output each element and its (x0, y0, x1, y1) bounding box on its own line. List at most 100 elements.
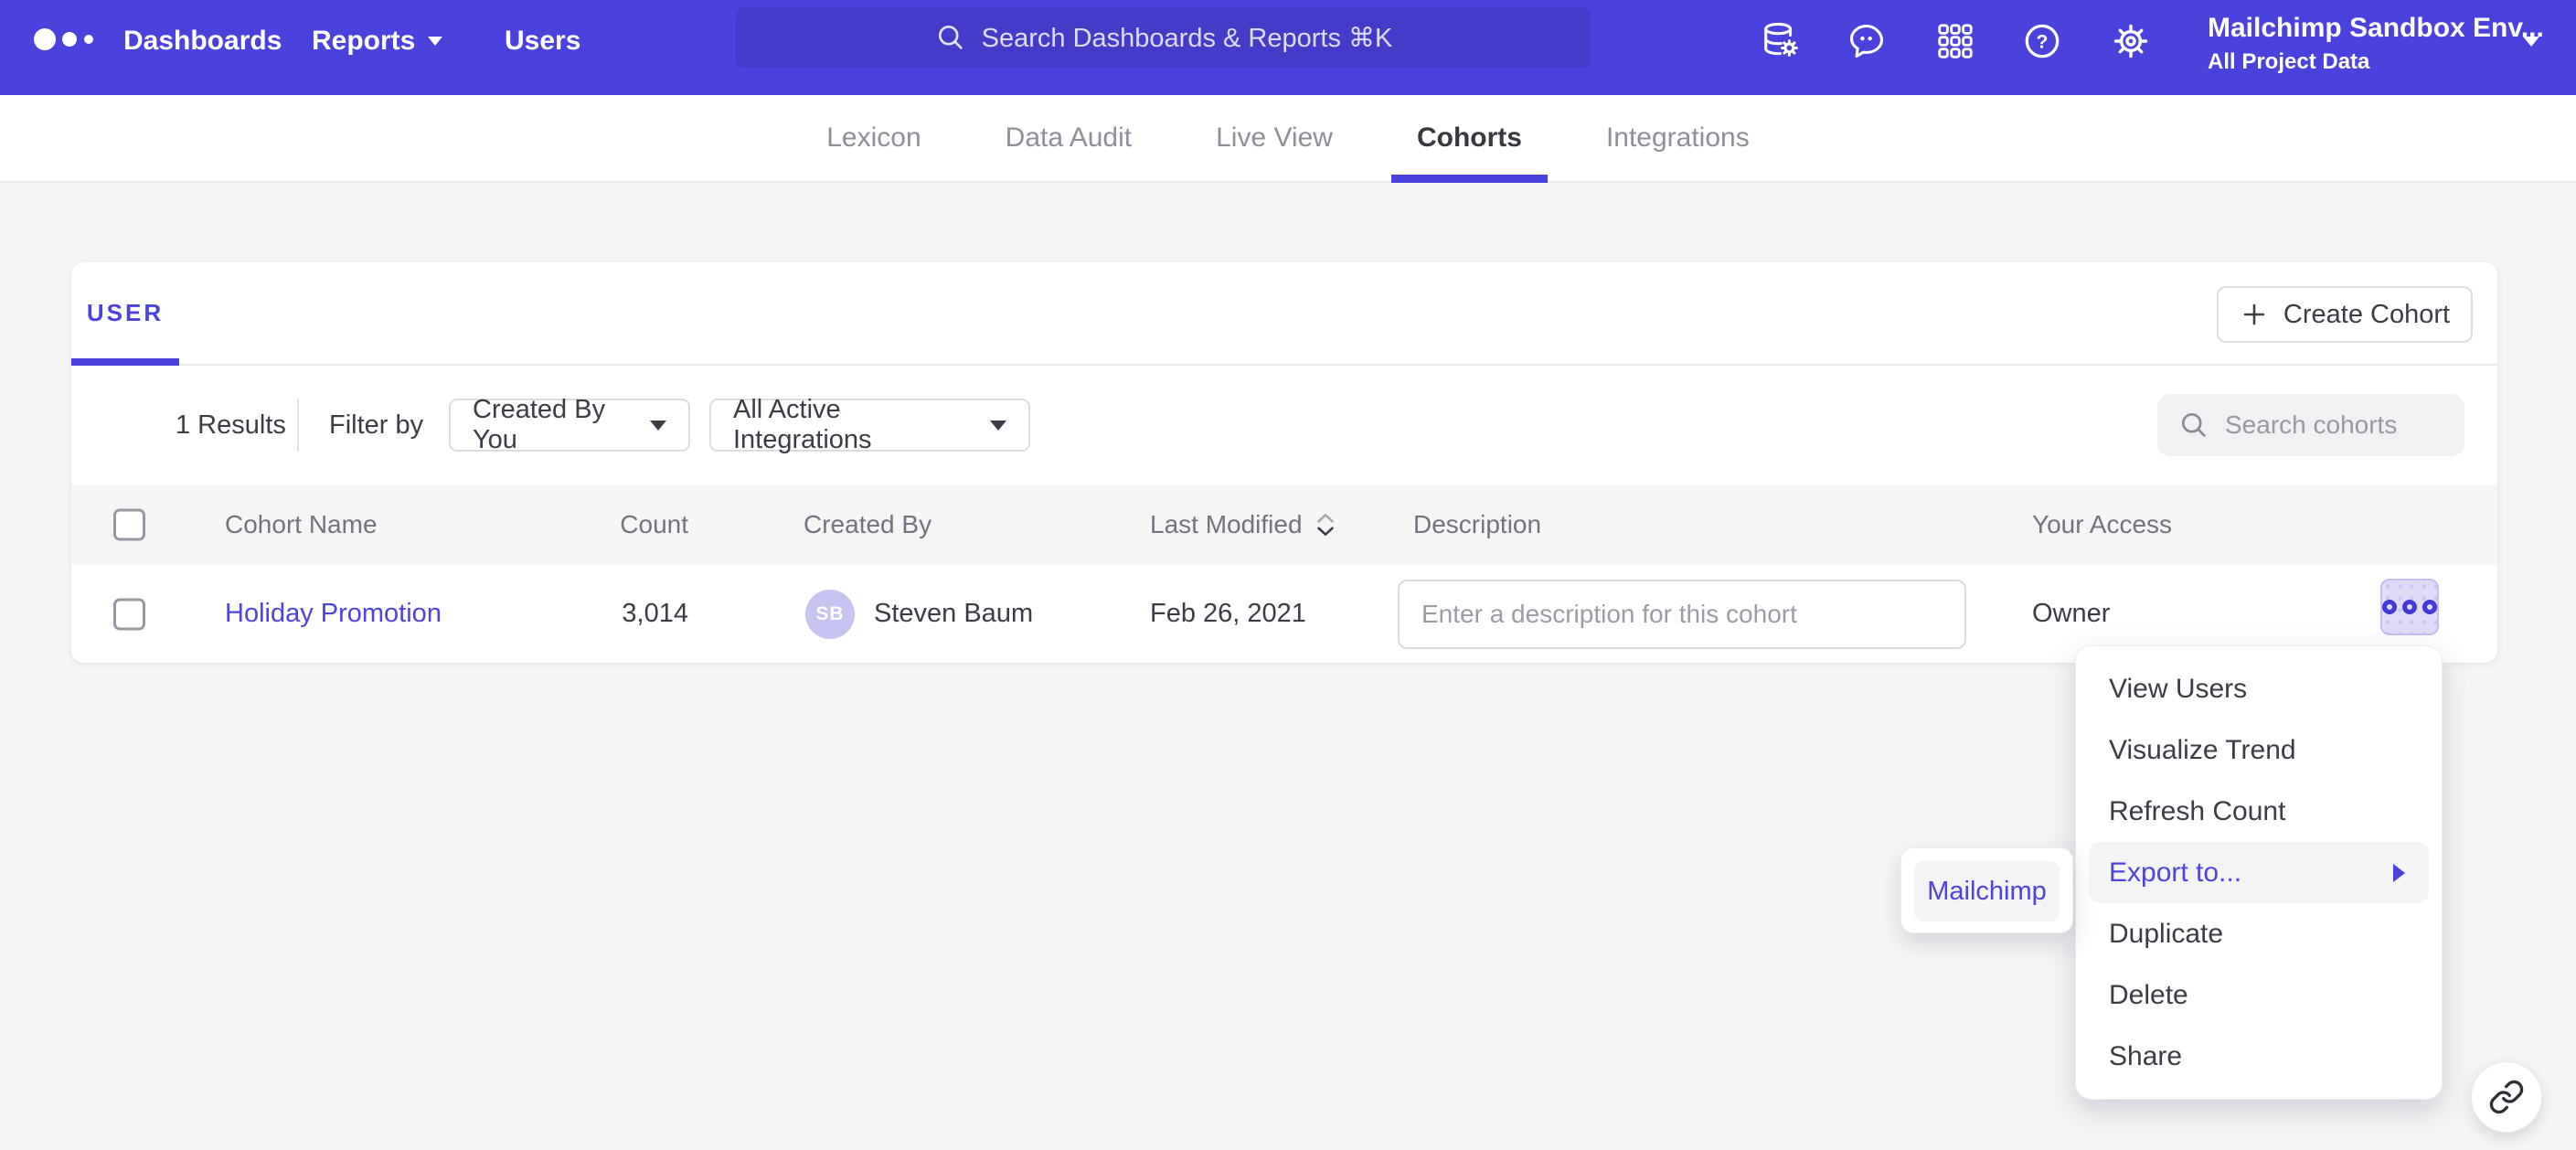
table-header-row: Cohort Name Count Created By Last Modifi… (71, 484, 2497, 565)
results-count: 1 Results (176, 366, 286, 484)
creator-name: Steven Baum (874, 565, 1033, 663)
menu-item-label: Delete (2109, 980, 2188, 1011)
submenu-item-mailchimp[interactable]: Mailchimp (1914, 861, 2060, 921)
svg-text:?: ? (2037, 31, 2049, 52)
menu-item-label: Duplicate (2109, 919, 2223, 950)
more-dots-icon (2382, 600, 2397, 614)
mixpanel-logo-icon[interactable] (33, 26, 106, 53)
cohort-name-cell: Holiday Promotion (225, 565, 442, 663)
menu-item-label: Visualize Trend (2109, 735, 2296, 766)
tab-label: Lexicon (826, 122, 921, 154)
menu-item-refresh-count[interactable]: Refresh Count (2076, 781, 2442, 842)
column-header-created-by[interactable]: Created By (804, 484, 931, 565)
tab-label: Live View (1216, 122, 1333, 154)
dropdown-value: All Active Integrations (733, 395, 974, 455)
project-scope: All Project Data (2208, 49, 2500, 75)
cohort-type-tabs: USER Create Cohort (71, 262, 2497, 366)
cohort-count-cell: 3,014 (510, 565, 688, 663)
create-cohort-label: Create Cohort (2283, 300, 2450, 330)
divider (297, 399, 299, 452)
cohort-description-input[interactable] (1398, 580, 1966, 649)
column-header-your-access: Your Access (2032, 484, 2172, 565)
nav-item-users[interactable]: Users (505, 0, 580, 82)
integrations-filter-dropdown[interactable]: All Active Integrations (709, 399, 1030, 452)
column-label: Count (620, 510, 688, 539)
cohorts-page: Dashboards Reports Users Search Dashboar… (0, 0, 2576, 1150)
row-checkbox[interactable] (113, 598, 145, 630)
column-header-last-modified[interactable]: Last Modified (1150, 484, 1337, 565)
nav-item-label: Dashboards (123, 26, 282, 57)
menu-item-label: View Users (2109, 674, 2247, 705)
tab-label: Cohorts (1417, 122, 1522, 154)
last-modified-cell: Feb 26, 2021 (1150, 565, 1306, 663)
tab-lexicon[interactable]: Lexicon (801, 95, 946, 181)
cohort-search-box (2157, 394, 2464, 456)
column-header-description: Description (1413, 484, 1541, 565)
more-dots-icon (2422, 600, 2437, 614)
tab-cohorts[interactable]: Cohorts (1391, 95, 1548, 181)
apps-grid-icon[interactable] (1932, 18, 1978, 64)
project-switcher[interactable]: Mailchimp Sandbox Env... All Project Dat… (2208, 13, 2500, 75)
column-label: Created By (804, 510, 931, 539)
cohort-name-link[interactable]: Holiday Promotion (225, 599, 442, 629)
submenu-item-label: Mailchimp (1927, 877, 2047, 907)
global-search-input[interactable]: Search Dashboards & Reports ⌘K (736, 7, 1591, 68)
column-label: Your Access (2032, 510, 2172, 539)
help-icon[interactable]: ? (2019, 18, 2065, 64)
tab-user-cohorts[interactable]: USER (71, 262, 179, 364)
tab-label: USER (87, 299, 164, 327)
tab-integrations[interactable]: Integrations (1581, 95, 1775, 181)
menu-item-view-users[interactable]: View Users (2076, 658, 2442, 719)
menu-item-label: Refresh Count (2109, 796, 2285, 827)
menu-item-export-to[interactable]: Export to... (2089, 842, 2429, 903)
chevron-down-icon (650, 421, 666, 431)
global-search-placeholder: Search Dashboards & Reports ⌘K (982, 22, 1393, 54)
column-label: Last Modified (1150, 510, 1303, 539)
feedback-icon[interactable] (1844, 18, 1889, 64)
data-management-icon[interactable] (1758, 18, 1804, 64)
settings-gear-icon[interactable] (2108, 18, 2154, 64)
nav-item-reports[interactable]: Reports (312, 0, 442, 82)
tab-data-audit[interactable]: Data Audit (980, 95, 1157, 181)
row-more-actions-button[interactable] (2380, 579, 2439, 635)
search-icon (2177, 409, 2210, 442)
create-cohort-button[interactable]: Create Cohort (2217, 286, 2473, 343)
menu-item-visualize-trend[interactable]: Visualize Trend (2076, 719, 2442, 781)
filter-toolbar: 1 Results Filter by Created By You All A… (71, 366, 2497, 484)
row-actions-context-menu: View Users Visualize Trend Refresh Count… (2075, 645, 2443, 1100)
dropdown-value: Created By You (473, 395, 633, 455)
subnav-tabs: Lexicon Data Audit Live View Cohorts Int… (801, 95, 1774, 181)
column-header-cohort-name[interactable]: Cohort Name (225, 484, 378, 565)
submenu-arrow-icon (2393, 864, 2405, 882)
creator-avatar: SB (805, 590, 855, 639)
nav-item-dashboards[interactable]: Dashboards (123, 0, 282, 82)
select-all-checkbox[interactable] (113, 509, 145, 541)
menu-item-delete[interactable]: Delete (2076, 964, 2442, 1026)
project-name: Mailchimp Sandbox Env... (2208, 13, 2500, 44)
menu-item-label: Share (2109, 1041, 2182, 1072)
tab-live-view[interactable]: Live View (1190, 95, 1358, 181)
filter-by-label: Filter by (329, 366, 423, 484)
more-dots-icon (2402, 600, 2417, 614)
search-icon (934, 21, 967, 54)
tab-label: Data Audit (1006, 122, 1132, 154)
cohort-search-input[interactable] (2225, 410, 2444, 440)
copy-link-fab-button[interactable] (2471, 1061, 2542, 1133)
menu-item-label: Export to... (2109, 857, 2241, 889)
export-to-submenu: Mailchimp (1900, 847, 2073, 933)
column-header-count[interactable]: Count (510, 484, 688, 565)
nav-item-label: Users (505, 26, 580, 57)
project-chevron-down-icon[interactable] (2523, 37, 2539, 47)
cohorts-panel: USER Create Cohort 1 Results Filter by C… (71, 262, 2497, 663)
nav-item-label: Reports (312, 26, 415, 57)
sort-icon[interactable] (1314, 511, 1337, 538)
data-management-subnav: Lexicon Data Audit Live View Cohorts Int… (0, 95, 2576, 183)
tab-label: Integrations (1606, 122, 1750, 154)
column-label: Cohort Name (225, 510, 378, 539)
menu-item-duplicate[interactable]: Duplicate (2076, 903, 2442, 964)
chevron-down-icon (990, 421, 1006, 431)
top-navigation-bar: Dashboards Reports Users Search Dashboar… (0, 0, 2576, 95)
plus-icon (2240, 300, 2269, 329)
menu-item-share[interactable]: Share (2076, 1026, 2442, 1087)
created-by-filter-dropdown[interactable]: Created By You (449, 399, 690, 452)
